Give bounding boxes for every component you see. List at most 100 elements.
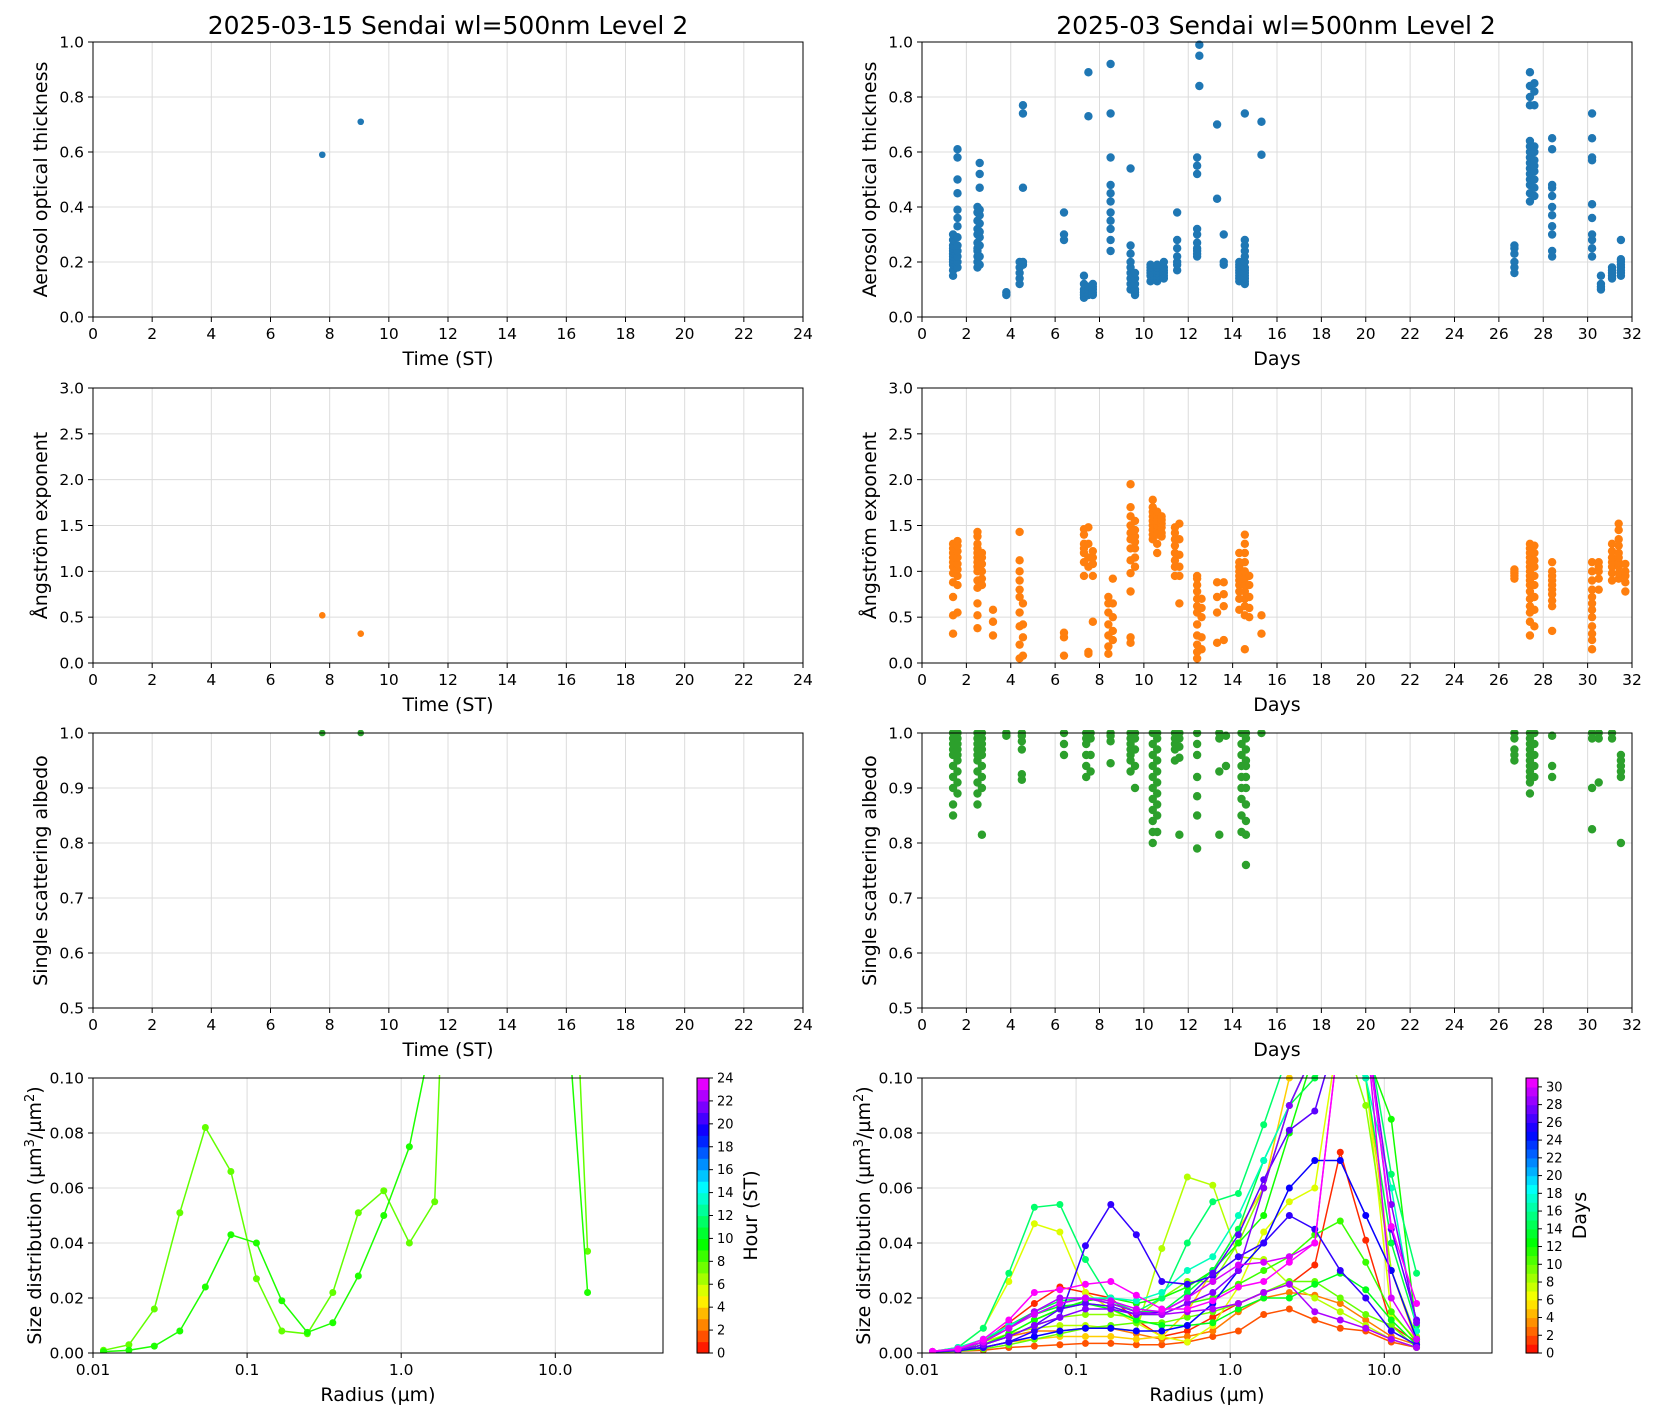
data-point (1530, 191, 1539, 201)
series-point (1056, 1286, 1064, 1294)
data-point (953, 222, 962, 231)
colorbar-tick-label: 8 (1546, 1276, 1554, 1291)
series-point (227, 1231, 235, 1239)
data-point (1059, 739, 1069, 749)
data-point (1257, 117, 1266, 126)
colorbar-segment (697, 1238, 709, 1251)
series-point (431, 1198, 439, 1206)
colorbar-segment (1526, 1290, 1538, 1301)
series-point (1362, 1102, 1370, 1109)
series-point (1132, 1335, 1140, 1343)
series-point (1285, 1184, 1293, 1192)
data-point (1195, 81, 1204, 91)
data-point (1245, 612, 1254, 622)
data-point (1084, 523, 1093, 532)
series-point (1285, 1198, 1293, 1206)
data-point (1175, 830, 1184, 839)
colorbar-segment (1526, 1344, 1538, 1354)
data-point (988, 617, 998, 626)
series-data (100, 937, 592, 1353)
data-point (1240, 645, 1250, 654)
series-point (1081, 1280, 1089, 1288)
y-tick-label: 0.8 (59, 89, 84, 107)
data-point (1084, 647, 1093, 657)
series-point (1030, 1289, 1038, 1296)
x-tick-label: 6 (266, 325, 276, 343)
x-tick-label: 22 (1400, 671, 1420, 689)
colorbar-segment (1526, 1122, 1538, 1132)
data-point (1530, 580, 1539, 590)
data-point (1245, 592, 1254, 602)
series-point (1081, 1294, 1089, 1302)
data-point (1175, 599, 1184, 608)
series-point (1387, 1294, 1395, 1302)
y-axis-label-part: 3 (852, 1139, 867, 1147)
data-point (1587, 244, 1597, 253)
series-point (354, 1272, 362, 1280)
colorbar-segment (1526, 1273, 1538, 1283)
data-point (1018, 633, 1028, 642)
series-point (1209, 1305, 1217, 1313)
series-point (1337, 965, 1344, 972)
panel-daily-aot: 2025-03-15 Sendai wl=500nm Level 2 02468… (30, 11, 813, 370)
series-point (1030, 1322, 1038, 1329)
x-tick-label: 24 (793, 1016, 813, 1034)
colorbar-segment (697, 1226, 709, 1240)
colorbar-segment (1526, 1335, 1538, 1345)
data-point (1018, 109, 1028, 118)
colorbar-segment (697, 1112, 709, 1125)
data-point (1547, 230, 1557, 239)
data-point (1510, 241, 1519, 250)
plot-daily-aot: 0 2 4 6 8 10 12 14 16 18 20 22 240.00.20.40.60.81.0T… (30, 34, 813, 371)
colorbar-segment (697, 1078, 709, 1091)
series-point (1311, 1047, 1318, 1054)
data-point (948, 592, 958, 602)
data-point (1530, 556, 1539, 565)
data-point (1126, 249, 1135, 258)
series-point (1285, 1126, 1293, 1134)
data-point (1106, 109, 1115, 118)
data-point (1530, 541, 1539, 550)
series-point (1107, 1297, 1115, 1305)
data-point (1126, 502, 1135, 512)
data-point (1059, 750, 1069, 760)
colorbar-tick-label: 14 (1546, 1222, 1563, 1237)
series-point (1260, 1239, 1268, 1247)
series-point (559, 937, 566, 944)
series-point (1285, 1280, 1293, 1288)
x-tick-label: 22 (1400, 325, 1420, 343)
data-point (1015, 585, 1024, 594)
data-point (1175, 519, 1184, 528)
data-point (953, 580, 962, 590)
series-point (1337, 1020, 1344, 1027)
series-point (176, 1209, 184, 1217)
data-point (1240, 109, 1250, 118)
colorbar-segment (1526, 1140, 1538, 1150)
data-point (977, 830, 987, 839)
data-point (953, 153, 962, 162)
data-point (1587, 109, 1597, 118)
series-point (1056, 1327, 1064, 1335)
plot-monthly-aot: 0 2 4 6 8 10 12 14 16 18 20 22 24 26 28 30 320.00.20.40.… (859, 34, 1642, 371)
data-point (1240, 235, 1250, 245)
y-tick-label: 0.06 (878, 1180, 913, 1198)
y-axis-label-part: 3 (23, 1139, 38, 1147)
x-axis-label: Time (ST) (401, 348, 493, 370)
data-point (1126, 633, 1135, 642)
x-axis-label: Radius (µm) (320, 1384, 435, 1406)
data-point (1530, 175, 1539, 184)
x-axis-label: Time (ST) (401, 1039, 493, 1061)
series-point (1209, 1289, 1217, 1296)
data-point (1108, 574, 1118, 583)
data-point (1614, 519, 1623, 528)
data-point (1192, 772, 1202, 782)
colorbar-segment (1526, 1264, 1538, 1274)
series-line (932, 1220, 1418, 1353)
series-point (1260, 1212, 1268, 1219)
data-point (1587, 592, 1597, 602)
data-point (1192, 811, 1202, 820)
x-tick-label: 14 (497, 325, 517, 343)
colorbar-tick-label: 8 (717, 1255, 725, 1270)
colorbar-segment (697, 1146, 709, 1159)
data-point (973, 539, 982, 549)
